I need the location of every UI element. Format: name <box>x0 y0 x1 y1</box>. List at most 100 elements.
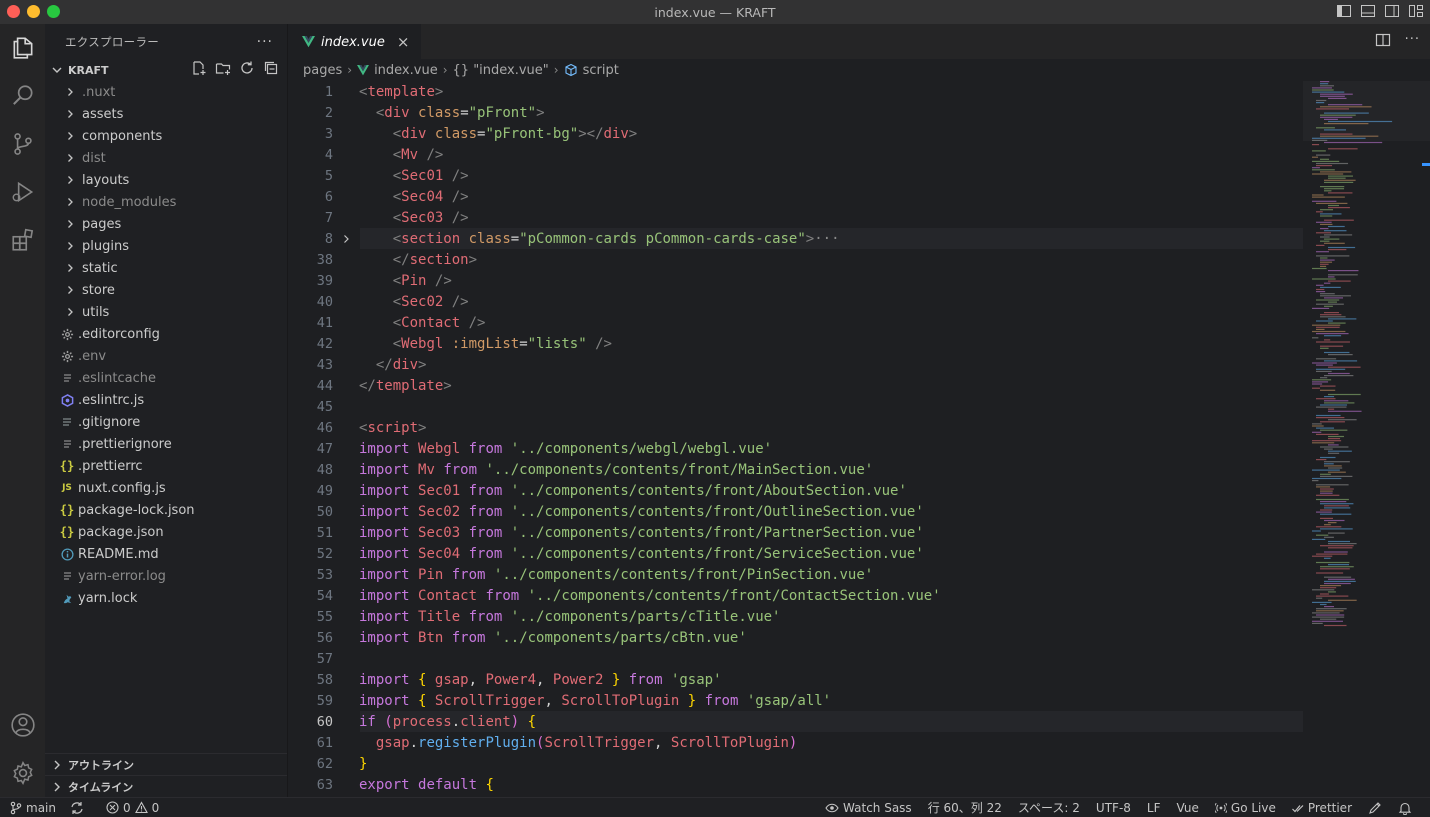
cursor-position[interactable]: 行 60、列 22 <box>920 799 1010 816</box>
code-line[interactable]: 6 <Sec04 /> <box>288 186 1303 207</box>
search-icon[interactable] <box>0 76 45 116</box>
code-line[interactable]: 2 <div class="pFront"> <box>288 102 1303 123</box>
outline-section[interactable]: アウトライン <box>45 753 287 775</box>
prettier-button[interactable]: Prettier <box>1284 801 1360 815</box>
tree-folder[interactable]: utils <box>45 301 287 323</box>
code-line[interactable]: 58 import { gsap, Power4, Power2 } from '… <box>288 669 1303 690</box>
new-file-icon[interactable] <box>191 60 207 80</box>
tree-file[interactable]: JS nuxt.config.js <box>45 477 287 499</box>
tree-file[interactable]: {} package.json <box>45 521 287 543</box>
tree-folder[interactable]: components <box>45 125 287 147</box>
close-window-button[interactable] <box>7 5 20 18</box>
workspace-section-header[interactable]: KRAFT <box>45 59 287 81</box>
split-editor-icon[interactable] <box>1375 32 1391 48</box>
code-line[interactable]: 53 import Pin from '../components/content… <box>288 564 1303 585</box>
code-line[interactable]: 42 <Webgl :imgList="lists" /> <box>288 333 1303 354</box>
tree-folder[interactable]: plugins <box>45 235 287 257</box>
sync-icon[interactable] <box>62 801 92 815</box>
code-line[interactable]: 55 import Title from '../components/parts… <box>288 606 1303 627</box>
code-line[interactable]: 61 gsap.registerPlugin(ScrollTrigger, Sc… <box>288 732 1303 753</box>
explorer-icon[interactable] <box>0 28 45 68</box>
tree-folder[interactable]: dist <box>45 147 287 169</box>
tree-file[interactable]: {} package-lock.json <box>45 499 287 521</box>
code-line[interactable]: 39 <Pin /> <box>288 270 1303 291</box>
close-tab-icon[interactable]: × <box>397 33 410 51</box>
code-line[interactable]: 45 <box>288 396 1303 417</box>
editor-scrollbar[interactable] <box>1422 81 1430 797</box>
refresh-icon[interactable] <box>239 60 255 80</box>
go-live-button[interactable]: Go Live <box>1207 801 1284 815</box>
breadcrumb-item[interactable]: index.vue <box>374 63 438 78</box>
tree-folder[interactable]: .nuxt <box>45 81 287 103</box>
maximize-window-button[interactable] <box>47 5 60 18</box>
tree-file[interactable]: {} .prettierrc <box>45 455 287 477</box>
tree-folder[interactable]: layouts <box>45 169 287 191</box>
tree-folder[interactable]: store <box>45 279 287 301</box>
code-line[interactable]: 63 export default { <box>288 774 1303 795</box>
collapse-all-icon[interactable] <box>263 60 279 80</box>
git-branch[interactable]: main <box>10 801 56 815</box>
code-line[interactable]: 7 <Sec03 /> <box>288 207 1303 228</box>
tree-folder[interactable]: assets <box>45 103 287 125</box>
watch-sass-button[interactable]: Watch Sass <box>817 801 920 815</box>
tree-file[interactable]: .gitignore <box>45 411 287 433</box>
more-actions-icon[interactable]: ··· <box>1405 32 1420 48</box>
code-line[interactable]: 50 import Sec02 from '../components/conte… <box>288 501 1303 522</box>
minimize-window-button[interactable] <box>27 5 40 18</box>
code-line[interactable]: 3 <div class="pFront-bg"></div> <box>288 123 1303 144</box>
toggle-secondary-sidebar-icon[interactable] <box>1384 3 1400 19</box>
source-control-icon[interactable] <box>0 124 45 164</box>
code-line[interactable]: 38 </section> <box>288 249 1303 270</box>
new-folder-icon[interactable] <box>215 60 231 80</box>
code-line[interactable]: 48 import Mv from '../components/contents… <box>288 459 1303 480</box>
code-line[interactable]: 59 import { ScrollTrigger, ScrollToPlugin… <box>288 690 1303 711</box>
code-line[interactable]: 62} <box>288 753 1303 774</box>
tree-file[interactable]: .env <box>45 345 287 367</box>
code-line[interactable]: 49 import Sec01 from '../components/conte… <box>288 480 1303 501</box>
code-line[interactable]: 56 import Btn from '../components/parts/c… <box>288 627 1303 648</box>
tree-folder[interactable]: node_modules <box>45 191 287 213</box>
tree-folder[interactable]: static <box>45 257 287 279</box>
code-line[interactable]: 52 import Sec04 from '../components/conte… <box>288 543 1303 564</box>
fold-chevron-icon[interactable] <box>333 234 359 244</box>
code-line[interactable]: 1 <template> <box>288 81 1303 102</box>
language-mode[interactable]: Vue <box>1169 801 1207 815</box>
code-line[interactable]: 44 </template> <box>288 375 1303 396</box>
code-editor[interactable]: 1 <template> 2 <div class="pFront"> 3 <div … <box>288 81 1303 797</box>
more-actions-icon[interactable]: ··· <box>257 34 273 50</box>
tree-file[interactable]: yarn-error.log <box>45 565 287 587</box>
code-line[interactable]: 4 <Mv /> <box>288 144 1303 165</box>
tree-file[interactable]: .eslintcache <box>45 367 287 389</box>
code-line[interactable]: 5 <Sec01 /> <box>288 165 1303 186</box>
extensions-icon[interactable] <box>0 220 45 260</box>
feedback-icon[interactable] <box>1360 801 1390 815</box>
code-line[interactable]: 54 import Contact from '../components/con… <box>288 585 1303 606</box>
code-line[interactable]: 51 import Sec03 from '../components/conte… <box>288 522 1303 543</box>
code-line[interactable]: 57 <box>288 648 1303 669</box>
minimap[interactable] <box>1310 81 1420 641</box>
settings-gear-icon[interactable] <box>0 753 45 793</box>
tree-file[interactable]: .eslintrc.js <box>45 389 287 411</box>
tree-file[interactable]: README.md <box>45 543 287 565</box>
indentation[interactable]: スペース: 2 <box>1010 799 1088 816</box>
breadcrumb-item[interactable]: pages <box>303 63 342 78</box>
code-line[interactable]: 40 <Sec02 /> <box>288 291 1303 312</box>
code-line[interactable]: 8 <section class="pCommon-cards pCommon-… <box>288 228 1303 249</box>
account-icon[interactable] <box>0 705 45 745</box>
timeline-section[interactable]: タイムライン <box>45 775 287 797</box>
breadcrumb-item[interactable]: script <box>583 63 619 78</box>
tab-index-vue[interactable]: index.vue × <box>288 24 422 59</box>
tree-folder[interactable]: pages <box>45 213 287 235</box>
toggle-sidebar-icon[interactable] <box>1336 3 1352 19</box>
code-line[interactable]: 60 if (process.client) { <box>288 711 1303 732</box>
run-debug-icon[interactable] <box>0 172 45 212</box>
code-line[interactable]: 43 </div> <box>288 354 1303 375</box>
code-line[interactable]: 46 <script> <box>288 417 1303 438</box>
tree-file[interactable]: .prettierignore <box>45 433 287 455</box>
tree-file[interactable]: .editorconfig <box>45 323 287 345</box>
breadcrumb-item[interactable]: {} "index.vue" <box>453 63 549 78</box>
problems-indicator[interactable]: 0 0 <box>98 801 167 815</box>
code-line[interactable]: 47 import Webgl from '../components/webgl… <box>288 438 1303 459</box>
customize-layout-icon[interactable] <box>1408 3 1424 19</box>
encoding[interactable]: UTF-8 <box>1088 801 1139 815</box>
